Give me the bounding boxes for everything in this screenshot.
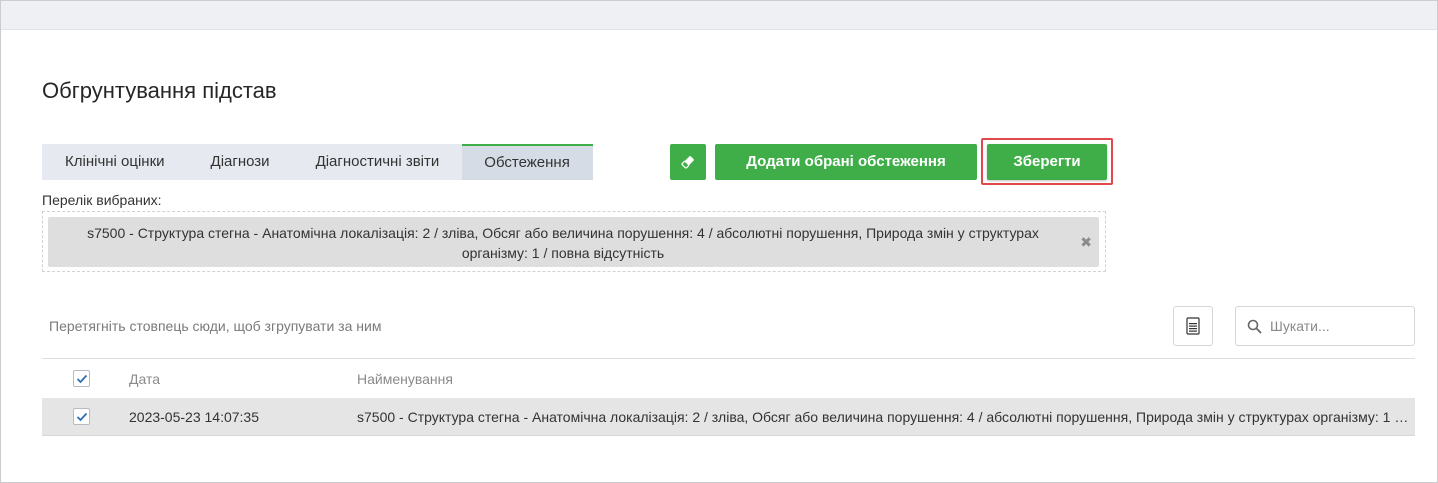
app-window: Обгрунтування підстав Клінічні оцінки Ді…: [0, 0, 1438, 483]
selected-chip: s7500 - Структура стегна - Анатомічна ло…: [48, 217, 1099, 267]
search-input[interactable]: [1270, 318, 1400, 334]
xlsx-export-icon: [1186, 317, 1200, 335]
row-date-cell: 2023-05-23 14:07:35: [129, 409, 259, 425]
page-title: Обгрунтування підстав: [42, 78, 277, 103]
save-button[interactable]: Зберегти: [987, 144, 1107, 180]
tab-diagnostic-reports[interactable]: Діагностичні звіти: [293, 144, 463, 180]
export-xlsx-button[interactable]: [1173, 306, 1213, 346]
table-row[interactable]: 2023-05-23 14:07:35 s7500 - Структура ст…: [42, 398, 1415, 436]
search-icon: [1247, 319, 1262, 334]
tab-diagnoses[interactable]: Діагнози: [188, 144, 293, 180]
search-field[interactable]: [1235, 306, 1415, 346]
clear-button[interactable]: [670, 144, 706, 180]
checkmark-icon: [76, 374, 87, 383]
selected-list-label: Перелік вибраних:: [42, 192, 162, 208]
row-checkbox[interactable]: [73, 408, 90, 425]
select-all-checkbox[interactable]: [73, 370, 90, 387]
remove-chip-icon[interactable]: ✖: [1080, 234, 1092, 251]
eraser-icon: [681, 156, 694, 169]
tab-clinical-assessments[interactable]: Клінічні оцінки: [42, 144, 188, 180]
tab-bar: Клінічні оцінки Діагнози Діагностичні зв…: [42, 144, 593, 180]
top-bar: [1, 1, 1437, 30]
column-header-date[interactable]: Дата: [129, 371, 160, 387]
add-selected-examinations-button[interactable]: Додати обрані обстеження: [715, 144, 977, 180]
row-name-cell: s7500 - Структура стегна - Анатомічна ло…: [357, 409, 1409, 425]
selected-list: s7500 - Структура стегна - Анатомічна ло…: [42, 211, 1106, 272]
column-header-name[interactable]: Найменування: [357, 371, 453, 387]
checkmark-icon: [76, 412, 87, 421]
grid-header: Дата Найменування: [42, 358, 1415, 398]
group-panel-hint: Перетягніть стовпець сюди, щоб згрупуват…: [49, 318, 382, 334]
tab-examinations[interactable]: Обстеження: [462, 144, 593, 180]
selected-chip-text: s7500 - Структура стегна - Анатомічна ло…: [87, 225, 1039, 261]
